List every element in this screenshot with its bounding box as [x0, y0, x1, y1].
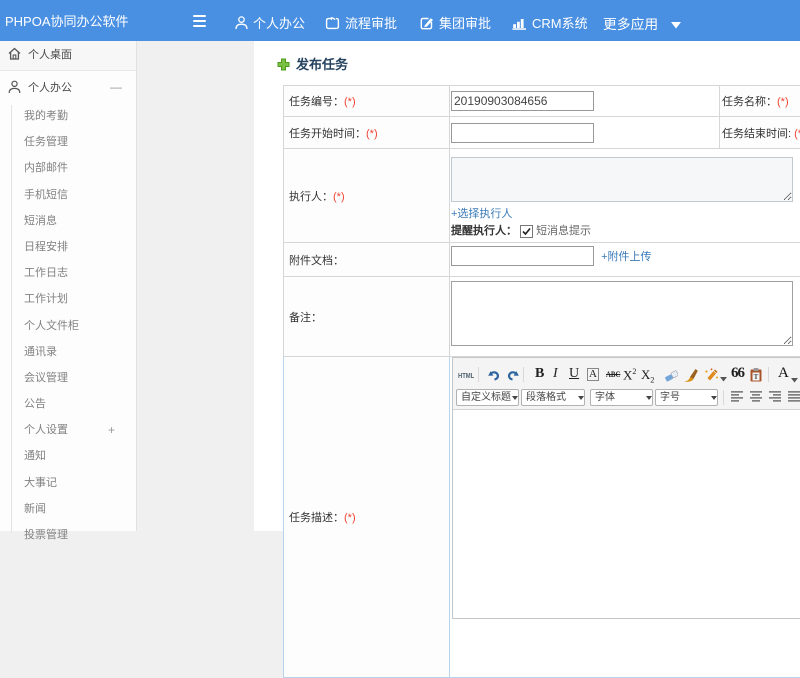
- svg-text:T: T: [754, 373, 759, 381]
